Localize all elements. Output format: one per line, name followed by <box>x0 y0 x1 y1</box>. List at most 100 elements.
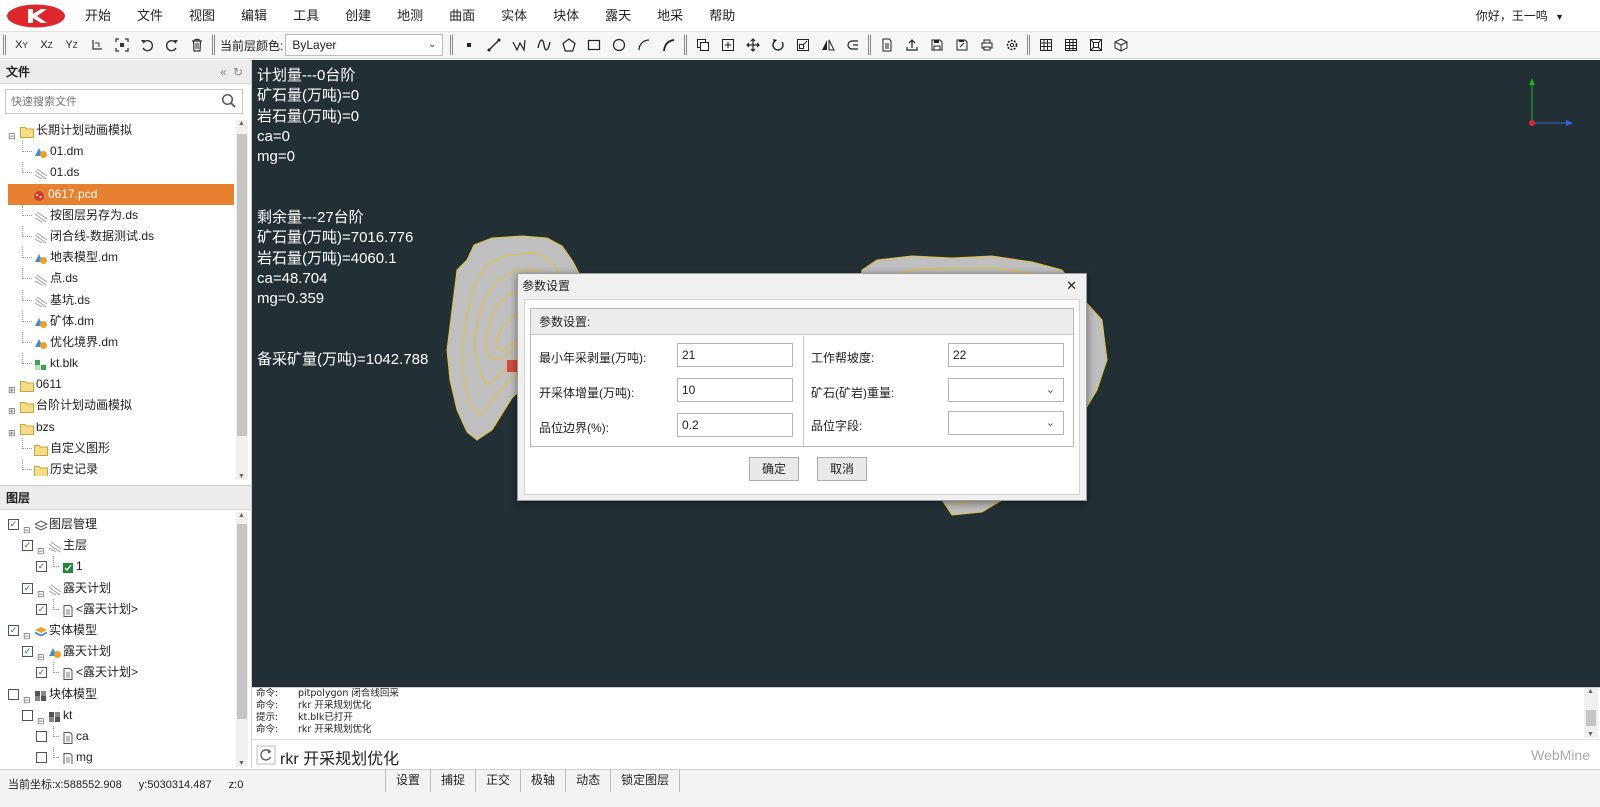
layer-tree-item[interactable]: ✓ ⊟ 实体模型 <box>0 620 238 641</box>
file-tree-item[interactable]: ⊟ 长期计划动画模拟 <box>0 120 238 141</box>
mirror-button[interactable] <box>815 34 840 56</box>
settings-button[interactable] <box>999 34 1024 56</box>
dialog-title-bar[interactable]: 参数设置 ✕ <box>518 274 1086 298</box>
layer-visibility-checkbox[interactable]: ✓ <box>36 561 47 573</box>
toolbar-grip[interactable] <box>3 35 6 55</box>
offset-button[interactable] <box>715 34 740 56</box>
layer-visibility-checkbox[interactable] <box>22 709 33 721</box>
file-tree-item[interactable]: 点.ds <box>0 268 238 289</box>
menu-item-8[interactable]: 实体 <box>488 0 540 32</box>
print-button[interactable] <box>974 34 999 56</box>
refresh-icon[interactable]: ↻ <box>233 65 243 79</box>
file-tree-item[interactable]: kt.blk <box>0 353 238 374</box>
menu-item-0[interactable]: 开始 <box>72 0 124 32</box>
export-button[interactable] <box>899 34 924 56</box>
undo-button[interactable] <box>134 34 159 56</box>
layer-visibility-checkbox[interactable]: ✓ <box>22 646 33 658</box>
double-chevron-left-icon[interactable]: « <box>220 65 227 79</box>
block-view-button[interactable] <box>1083 34 1108 56</box>
user-menu[interactable]: 你好，王一鸣 ▼ <box>1476 0 1564 32</box>
polyline-tool-button[interactable] <box>506 34 531 56</box>
layer-tree-item[interactable]: ✓ <露天计划> <box>0 662 238 683</box>
command-history-scroll-thumb[interactable] <box>1586 710 1596 726</box>
layer-visibility-checkbox[interactable] <box>36 752 47 764</box>
file-tree-item[interactable]: 闭合线-数据测试.ds <box>0 225 238 247</box>
status-toggle-button[interactable]: 正交 <box>475 770 520 792</box>
table-view-button[interactable] <box>1058 34 1083 56</box>
file-tree-item[interactable]: 01.dm <box>0 141 238 162</box>
grade-boundary-input[interactable]: 0.2 <box>677 413 793 437</box>
rotate-button[interactable] <box>765 34 790 56</box>
min-annual-strip-input[interactable]: 21 <box>677 343 793 367</box>
copy-button[interactable] <box>690 34 715 56</box>
layer-tree-item[interactable]: mg <box>0 747 238 764</box>
scale-button[interactable] <box>790 34 815 56</box>
menu-item-11[interactable]: 地采 <box>644 0 696 32</box>
scroll-up-arrow[interactable]: ▲ <box>238 120 245 127</box>
grade-field-select[interactable]: ⌄ <box>948 411 1064 435</box>
layer-tree-item[interactable]: ⊟ 块体模型 <box>0 684 238 705</box>
file-tree-scrollbar[interactable]: ▲ ▼ <box>236 120 248 480</box>
cancel-button[interactable]: 取消 <box>817 457 867 481</box>
layer-tree-item[interactable]: ✓ 1 <box>0 556 238 577</box>
delete-button[interactable] <box>184 34 209 56</box>
status-toggle-button[interactable]: 动态 <box>565 770 610 792</box>
file-tree-item[interactable]: 优化境界.dm <box>0 331 238 353</box>
close-icon[interactable]: ✕ <box>1066 274 1077 298</box>
layer-visibility-checkbox[interactable] <box>36 730 47 742</box>
layer-visibility-checkbox[interactable]: ✓ <box>22 582 33 594</box>
layer-tree-item[interactable]: ✓ ⊟ 图层管理 <box>0 514 238 535</box>
zoom-extents-button[interactable] <box>109 34 134 56</box>
rectangle-tool-button[interactable] <box>581 34 606 56</box>
menu-item-3[interactable]: 编辑 <box>228 0 280 32</box>
pit-increment-input[interactable]: 10 <box>677 378 793 402</box>
xz-plane-button[interactable]: XZ <box>34 34 59 56</box>
app-logo[interactable] <box>6 4 66 28</box>
file-tree-item[interactable]: 基坑.ds <box>0 289 238 311</box>
move-button[interactable] <box>740 34 765 56</box>
line-tool-button[interactable] <box>481 34 506 56</box>
ore-density-select[interactable]: ⌄ <box>948 378 1064 402</box>
command-input-row[interactable]: rkr 开采规划优化 WebMine <box>252 739 1600 769</box>
menu-item-7[interactable]: 曲面 <box>436 0 488 32</box>
scroll-down-arrow[interactable]: ▼ <box>1587 731 1594 738</box>
redo-button[interactable] <box>159 34 184 56</box>
layer-tree-item[interactable]: ✓ ⊟ 露天计划 <box>0 641 238 662</box>
status-toggle-button[interactable]: 捕捉 <box>430 770 475 792</box>
3d-view-button[interactable] <box>1108 34 1133 56</box>
yz-plane-button[interactable]: YZ <box>59 34 84 56</box>
toolbar-grip[interactable] <box>684 35 688 55</box>
file-tree-item[interactable]: 历史记录 <box>0 459 238 476</box>
layer-tree-item[interactable]: ca <box>0 725 238 747</box>
save-button[interactable] <box>924 34 949 56</box>
layer-visibility-checkbox[interactable]: ✓ <box>36 603 47 615</box>
toolbar-grip[interactable] <box>450 35 454 55</box>
layer-tree-item[interactable]: ✓ ⊟ 露天计划 <box>0 578 238 599</box>
menu-item-2[interactable]: 视图 <box>176 0 228 32</box>
menu-item-6[interactable]: 地测 <box>384 0 436 32</box>
polygon-tool-button[interactable] <box>556 34 581 56</box>
toolbar-grip[interactable] <box>868 35 872 55</box>
menu-item-5[interactable]: 创建 <box>332 0 384 32</box>
command-input[interactable]: rkr 开采规划优化 <box>280 745 399 769</box>
working-slope-input[interactable]: 22 <box>948 343 1064 367</box>
menu-item-1[interactable]: 文件 <box>124 0 176 32</box>
file-tree-item[interactable]: ⊞ bzs <box>0 417 238 438</box>
layer-tree-scrollbar[interactable]: ▲ ▼ <box>236 512 248 767</box>
command-history-scrollbar[interactable]: ▲ ▼ <box>1584 688 1598 738</box>
menu-item-9[interactable]: 块体 <box>540 0 592 32</box>
file-tree-item[interactable]: 地表模型.dm <box>0 247 238 268</box>
layer-tree-item[interactable]: ⊟ kt <box>0 705 238 726</box>
search-icon[interactable] <box>221 93 237 109</box>
layer-visibility-checkbox[interactable] <box>8 688 19 700</box>
layer-visibility-checkbox[interactable]: ✓ <box>8 519 19 530</box>
file-tree-item[interactable]: ⊞ 台阶计划动画模拟 <box>0 395 238 416</box>
save-as-button[interactable] <box>949 34 974 56</box>
curve-tool-button[interactable] <box>531 34 556 56</box>
grid-view-button[interactable] <box>1033 34 1058 56</box>
file-tree-scroll-thumb[interactable] <box>237 134 247 436</box>
scroll-down-arrow[interactable]: ▼ <box>238 473 245 480</box>
xy-plane-button[interactable]: XY <box>9 34 34 56</box>
status-toggle-button[interactable]: 锁定图层 <box>610 770 681 792</box>
arc2-tool-button[interactable] <box>656 34 681 56</box>
